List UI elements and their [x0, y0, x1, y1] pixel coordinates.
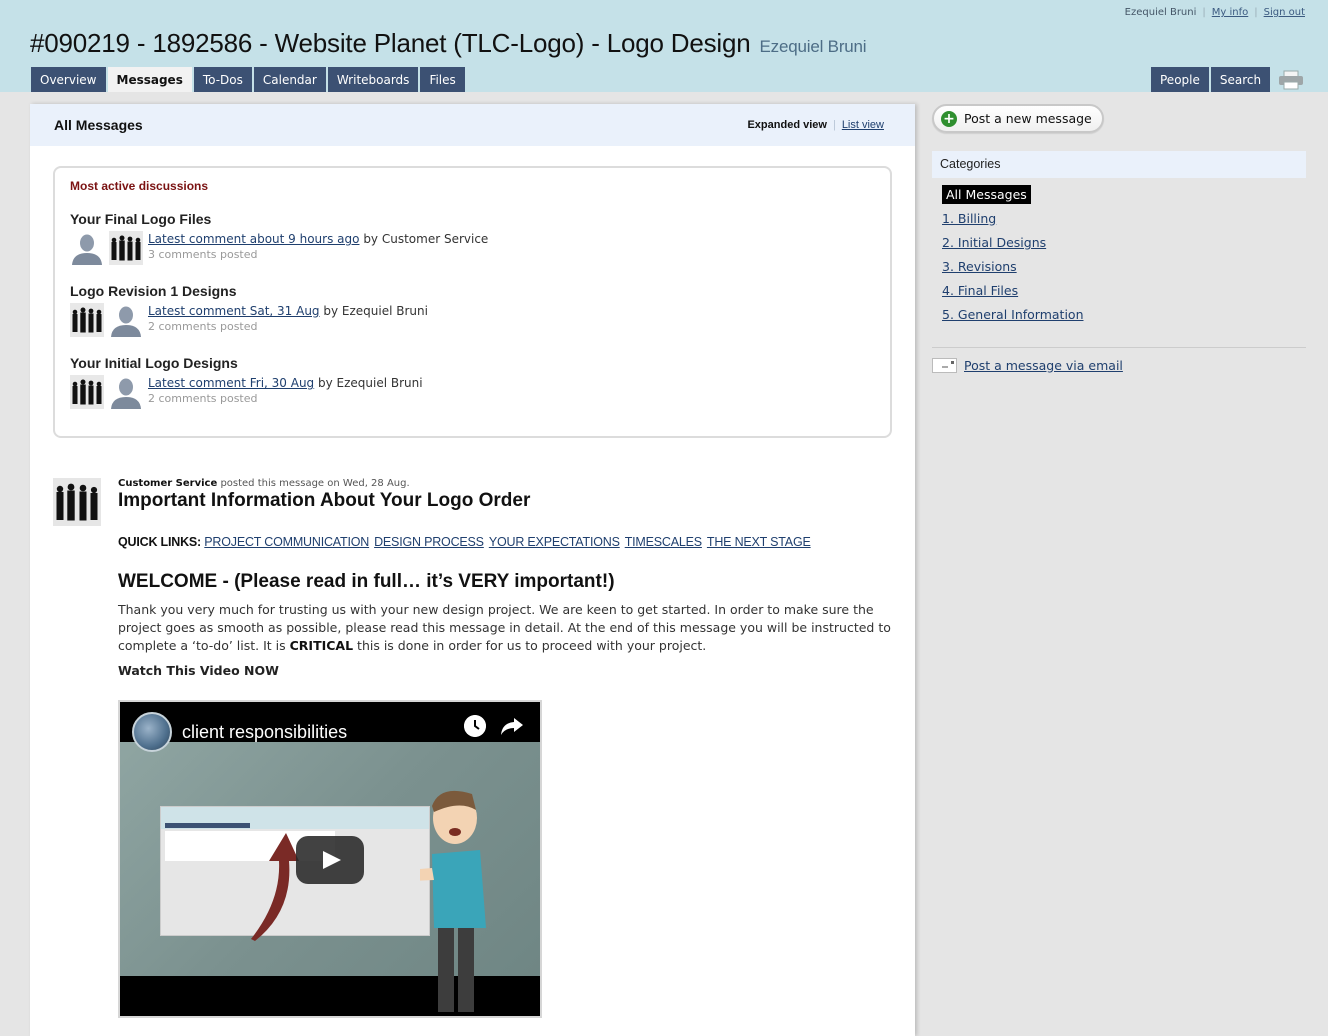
plus-icon: +	[941, 110, 957, 127]
quick-link-next-stage[interactable]: THE NEXT STAGE	[707, 535, 811, 549]
generic-user-avatar	[70, 231, 104, 265]
separator: |	[1202, 7, 1206, 18]
group-silhouette-avatar	[109, 231, 143, 265]
tab-messages[interactable]: Messages	[107, 67, 192, 92]
comment-author: by Customer Service	[363, 232, 489, 246]
category-link[interactable]: 3. Revisions	[942, 259, 1017, 274]
sign-out-link[interactable]: Sign out	[1264, 7, 1305, 18]
post-via-email: Post a message via email	[932, 358, 1123, 373]
generic-user-avatar	[109, 303, 143, 337]
user-links: Ezequiel Bruni | My info | Sign out	[1125, 7, 1305, 18]
category-general-information[interactable]: 5. General Information	[942, 305, 1084, 329]
category-link[interactable]: 1. Billing	[942, 211, 996, 226]
divider	[932, 347, 1306, 348]
welcome-heading: WELCOME - (Please read in full… it’s VER…	[118, 571, 615, 592]
discussion-title[interactable]: Your Final Logo Files	[70, 211, 875, 227]
most-active-discussions: Most active discussions Your Final Logo …	[53, 166, 892, 438]
comment-author: by Ezequiel Bruni	[323, 304, 428, 318]
discussion-item: Logo Revision 1 Designs Latest comment S…	[70, 283, 875, 337]
share-icon[interactable]	[500, 716, 524, 736]
comment-count: 2 comments posted	[148, 392, 258, 405]
tab-search[interactable]: Search	[1210, 67, 1271, 92]
category-initial-designs[interactable]: 2. Initial Designs	[942, 233, 1084, 257]
quick-link-your-expectations[interactable]: YOUR EXPECTATIONS	[489, 535, 620, 549]
category-label: All Messages	[942, 185, 1031, 204]
tab-writeboards[interactable]: Writeboards	[327, 67, 419, 92]
generic-user-avatar	[109, 375, 143, 409]
latest-comment-link[interactable]: Latest comment about 9 hours ago	[148, 232, 359, 246]
posted-date: posted this message on Wed, 28 Aug.	[220, 478, 410, 489]
separator: |	[1254, 7, 1258, 18]
comment-count: 2 comments posted	[148, 320, 258, 333]
current-user-name: Ezequiel Bruni	[1124, 7, 1197, 18]
comment-author: by Ezequiel Bruni	[318, 376, 423, 390]
main-tabs: Overview Messages To-Dos Calendar Writeb…	[31, 67, 465, 92]
latest-comment-link[interactable]: Latest comment Fri, 30 Aug	[148, 376, 314, 390]
quick-link-design-process[interactable]: DESIGN PROCESS	[374, 535, 484, 549]
messages-title: All Messages	[54, 117, 143, 133]
tab-overview[interactable]: Overview	[31, 67, 106, 92]
intro-text-end: this is done in order for us to proceed …	[353, 638, 707, 653]
message-author: Customer Service	[118, 478, 218, 489]
my-info-link[interactable]: My info	[1212, 7, 1248, 18]
tab-people[interactable]: People	[1151, 67, 1209, 92]
group-silhouette-avatar	[70, 303, 104, 337]
message-byline: Customer Service posted this message on …	[118, 478, 893, 489]
play-icon[interactable]	[296, 836, 364, 884]
intro-paragraph: Thank you very much for trusting us with…	[118, 601, 893, 655]
category-final-files[interactable]: 4. Final Files	[942, 281, 1084, 305]
category-revisions[interactable]: 3. Revisions	[942, 257, 1084, 281]
project-title-text: #090219 - 1892586 - Website Planet (TLC-…	[30, 28, 751, 58]
discussion-item: Your Final Logo Files Latest comment abo…	[70, 211, 875, 265]
latest-comment-link[interactable]: Latest comment Sat, 31 Aug	[148, 304, 320, 318]
watch-video-label: Watch This Video NOW	[118, 663, 279, 678]
category-list: All Messages 1. Billing 2. Initial Desig…	[942, 185, 1084, 329]
category-link[interactable]: 2. Initial Designs	[942, 235, 1046, 250]
expanded-view-label: Expanded view	[747, 119, 827, 131]
post-via-email-link[interactable]: Post a message via email	[964, 358, 1123, 373]
message-title[interactable]: Important Information About Your Logo Or…	[118, 490, 893, 512]
envelope-icon	[932, 358, 957, 373]
utility-tabs: People Search	[1151, 67, 1271, 92]
post-new-message-button[interactable]: + Post a new message	[932, 104, 1104, 133]
video-player[interactable]: client responsibilities	[118, 700, 542, 1018]
quick-links: QUICK LINKS: PROJECT COMMUNICATION DESIGN…	[118, 535, 893, 549]
quick-link-project-communication[interactable]: PROJECT COMMUNICATION	[204, 535, 369, 549]
category-billing[interactable]: 1. Billing	[942, 209, 1084, 233]
view-switch: Expanded view | List view	[747, 119, 884, 131]
discussions-heading: Most active discussions	[70, 179, 209, 193]
post-new-message-label: Post a new message	[964, 111, 1092, 126]
separator: |	[832, 119, 836, 131]
quick-links-label: QUICK LINKS:	[118, 535, 202, 549]
discussion-item: Your Initial Logo Designs Latest comment…	[70, 355, 875, 409]
printer-icon[interactable]	[1278, 70, 1304, 90]
comment-count: 3 comments posted	[148, 248, 258, 261]
discussion-title[interactable]: Logo Revision 1 Designs	[70, 283, 875, 299]
tab-calendar[interactable]: Calendar	[253, 67, 326, 92]
header: Ezequiel Bruni | My info | Sign out #090219 …	[0, 0, 1328, 92]
channel-avatar[interactable]	[132, 712, 172, 752]
video-screenshot-illustration	[160, 806, 430, 941]
cartoon-person-illustration	[420, 790, 486, 1012]
intro-critical: CRITICAL	[289, 638, 354, 653]
watch-later-icon[interactable]	[464, 715, 486, 737]
video-title[interactable]: client responsibilities	[182, 722, 347, 743]
project-owner: Ezequiel Bruni	[759, 37, 867, 56]
tab-to-dos[interactable]: To-Dos	[193, 67, 252, 92]
categories-heading: Categories	[932, 151, 1306, 178]
discussion-title[interactable]: Your Initial Logo Designs	[70, 355, 875, 371]
category-all-messages[interactable]: All Messages	[942, 185, 1084, 209]
quick-link-timescales[interactable]: TIMESCALES	[625, 535, 702, 549]
group-silhouette-avatar	[70, 375, 104, 409]
arrow-illustration	[251, 833, 299, 941]
category-link[interactable]: 4. Final Files	[942, 283, 1018, 298]
messages-header: All Messages Expanded view | List view	[30, 104, 915, 146]
list-view-link[interactable]: List view	[842, 119, 884, 131]
page-title: #090219 - 1892586 - Website Planet (TLC-…	[30, 28, 867, 59]
tab-files[interactable]: Files	[420, 67, 465, 92]
group-silhouette-avatar	[53, 478, 101, 526]
category-link[interactable]: 5. General Information	[942, 307, 1084, 322]
main-panel: All Messages Expanded view | List view Mos…	[30, 104, 915, 1036]
